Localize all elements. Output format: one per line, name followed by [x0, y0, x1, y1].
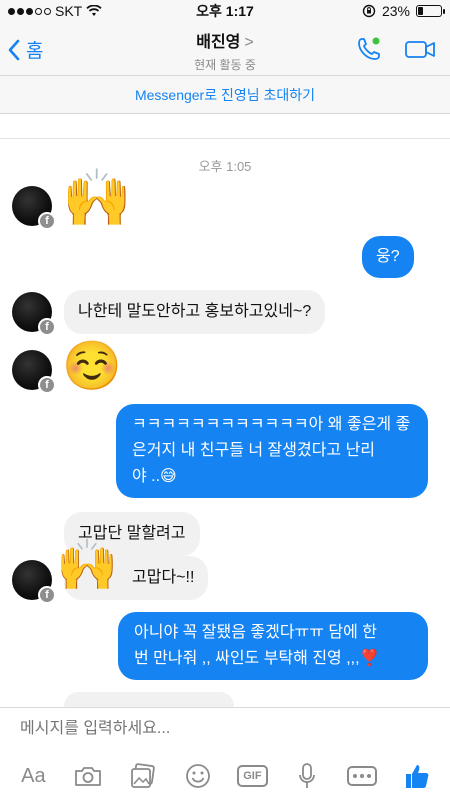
composer: Aa GIF: [0, 707, 450, 800]
video-camera-icon: [405, 41, 435, 58]
orientation-lock-icon: [362, 4, 376, 18]
status-left: SKT: [8, 3, 102, 19]
signal-strength-icon: [8, 7, 51, 15]
phone-icon: [358, 37, 380, 60]
partial-message: [64, 692, 234, 708]
emoji-message[interactable]: ☺️: [62, 342, 122, 392]
text-format-button[interactable]: Aa: [13, 758, 53, 794]
status-bar: SKT 오후 1:17 23%: [0, 0, 450, 22]
avatar[interactable]: f: [12, 560, 56, 604]
aa-icon: Aa: [21, 764, 46, 787]
outgoing-message[interactable]: 웅?: [362, 236, 414, 278]
voice-call-button[interactable]: [356, 36, 382, 67]
avatar[interactable]: f: [12, 350, 56, 394]
carrier-label: SKT: [55, 3, 83, 19]
thumbs-up-icon: [405, 765, 429, 788]
chevron-right-icon: >: [244, 34, 254, 51]
message-line: 아니야 꼭 잘됐음 좋겠다ㅠㅠ 담에 한: [134, 624, 378, 641]
like-button[interactable]: [397, 758, 437, 794]
camera-button[interactable]: [68, 758, 108, 794]
divider: [0, 138, 450, 139]
battery-fill: [418, 7, 424, 15]
gallery-button[interactable]: [123, 758, 163, 794]
video-call-button[interactable]: [404, 36, 436, 67]
more-options-icon: [346, 766, 377, 786]
gif-button[interactable]: GIF: [232, 758, 272, 794]
facebook-badge-icon: f: [38, 376, 56, 394]
emoji-message[interactable]: 🙌: [56, 540, 118, 590]
battery-percent: 23%: [381, 3, 410, 19]
emoji-button[interactable]: [178, 758, 218, 794]
message-line: 번 만나줘 ,, 싸인도 부탁해 진영 ,,,❣️: [134, 650, 380, 667]
facebook-badge-icon: f: [38, 586, 56, 604]
conversation-header: 홈 배진영 > 현재 활동 중: [0, 22, 450, 76]
invite-banner[interactable]: Messenger로 진영님 초대하기: [0, 76, 450, 114]
gif-icon: GIF: [237, 765, 268, 787]
facebook-badge-icon: f: [38, 212, 56, 230]
more-button[interactable]: [342, 758, 382, 794]
message-line: ㅋㅋㅋㅋㅋㅋㅋㅋㅋㅋㅋㅋ아 왜 좋은게 좋: [132, 416, 411, 433]
voice-button[interactable]: [287, 758, 327, 794]
header-actions: [356, 36, 436, 67]
outgoing-message[interactable]: ㅋㅋㅋㅋㅋㅋㅋㅋㅋㅋㅋㅋ아 왜 좋은게 좋 은거지 내 친구들 너 잘생겼다고 …: [116, 404, 428, 498]
camera-icon: [75, 767, 102, 786]
message-input[interactable]: [20, 720, 420, 738]
emoji-message[interactable]: 🙌: [62, 168, 132, 228]
status-right: 23%: [362, 3, 445, 19]
avatar[interactable]: f: [12, 292, 56, 336]
contact-name: 배진영: [196, 34, 241, 51]
wifi-icon: [86, 5, 102, 16]
composer-toolbar: Aa GIF: [0, 756, 450, 796]
smiley-icon: [185, 764, 210, 788]
facebook-badge-icon: f: [38, 318, 56, 336]
battery-icon: [416, 5, 445, 17]
outgoing-message[interactable]: 아니야 꼭 잘됐음 좋겠다ㅠㅠ 담에 한 번 만나줘 ,, 싸인도 부탁해 진영…: [118, 612, 428, 680]
incoming-message[interactable]: 나한테 말도안하고 홍보하고있네~?: [64, 290, 326, 334]
microphone-icon: [299, 763, 316, 788]
message-line: 은거지 내 친구들 너 잘생겼다고 난리: [132, 442, 376, 459]
message-line: 야 ..😅: [132, 468, 177, 485]
photo-gallery-icon: [130, 763, 155, 788]
avatar[interactable]: f: [12, 186, 56, 230]
